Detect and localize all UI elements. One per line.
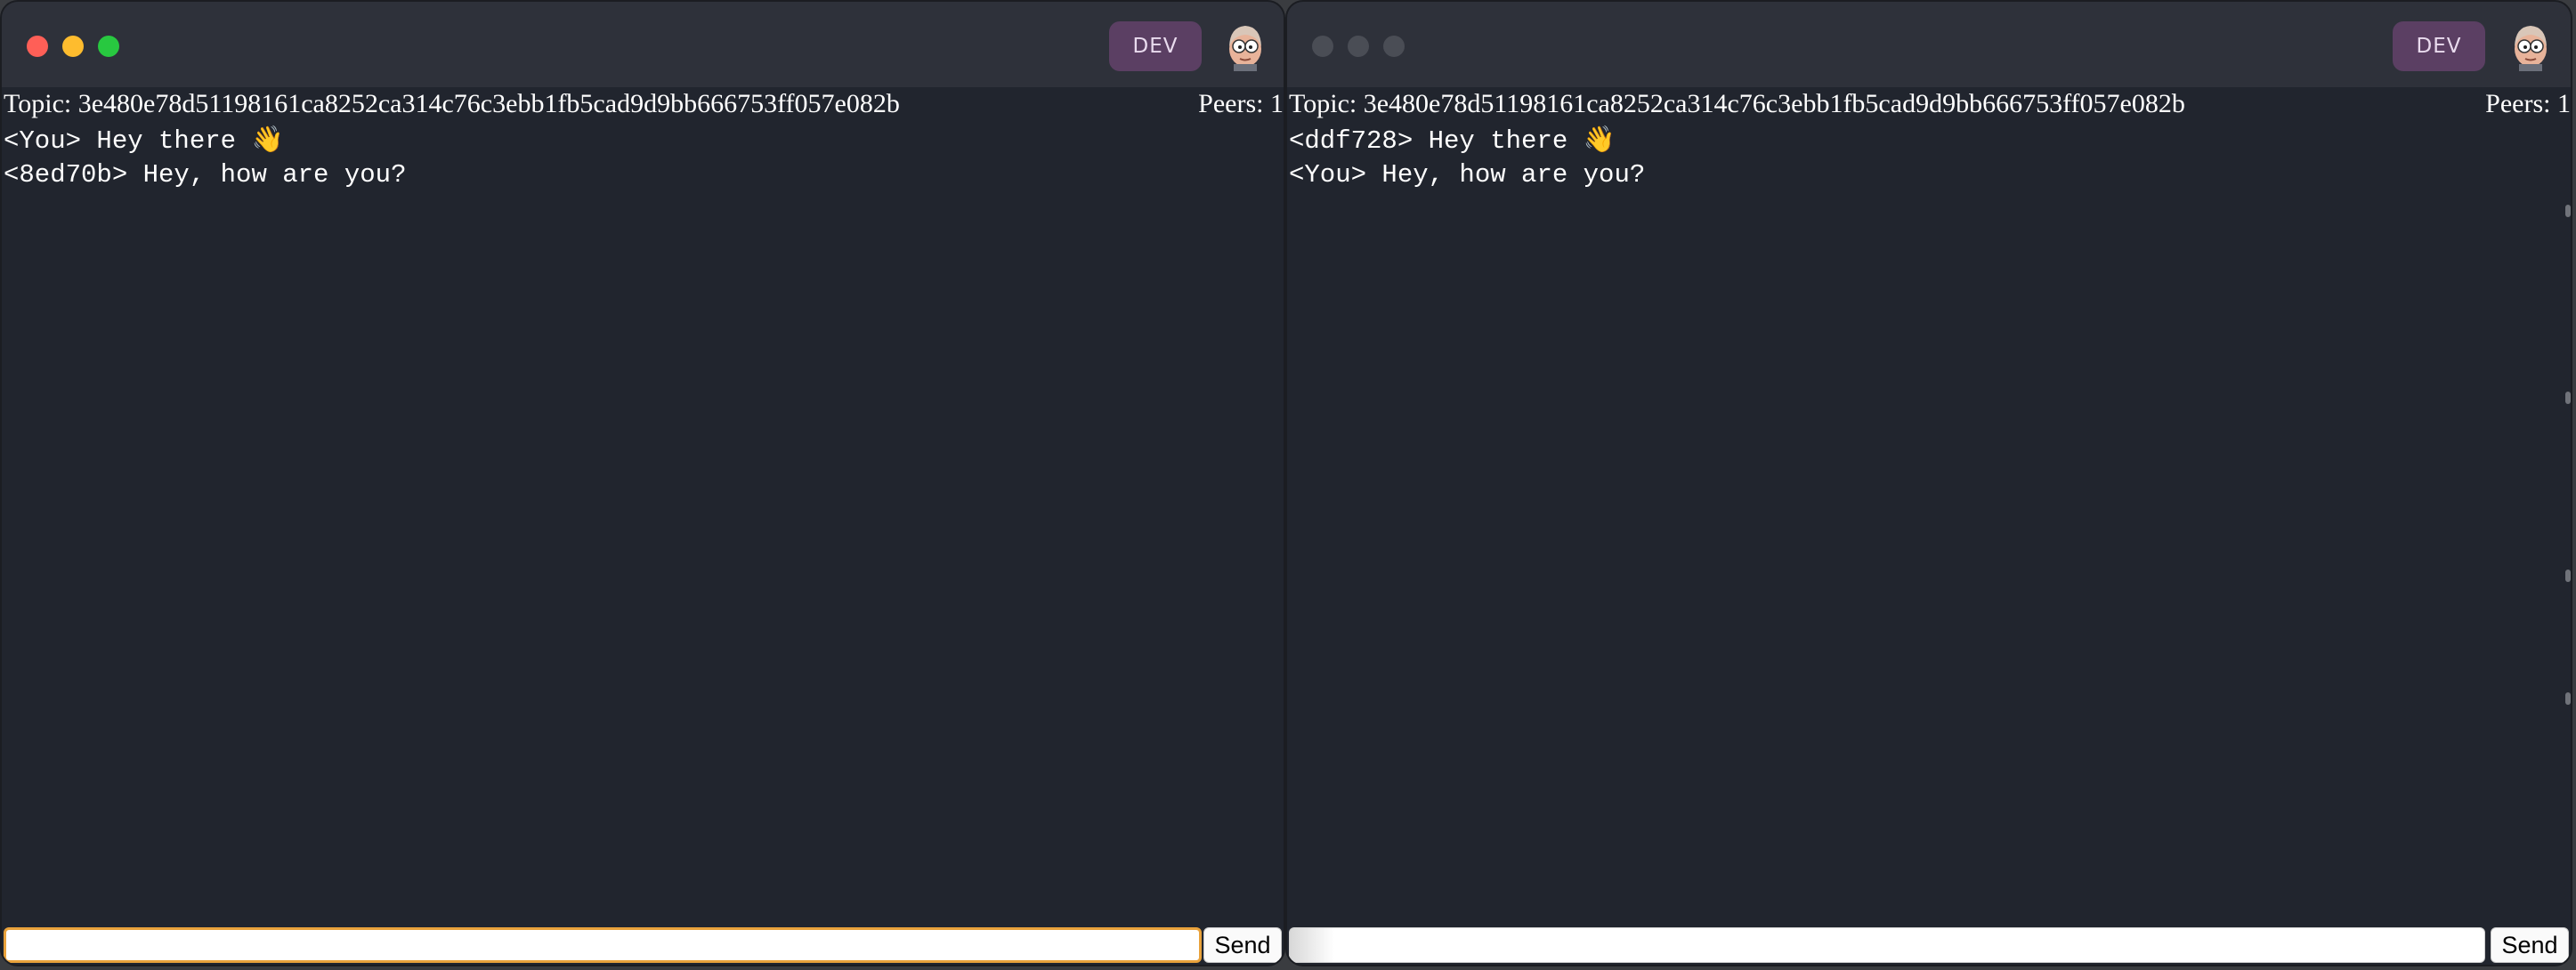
scrollbar-tick[interactable] bbox=[2565, 205, 2571, 217]
compose-row: Send bbox=[1287, 924, 2571, 965]
message-line: <ddf728> Hey there 👋 bbox=[1289, 126, 1616, 156]
peers-count: Peers: 1 bbox=[2485, 89, 2571, 118]
message-line: <You> Hey, how are you? bbox=[1289, 160, 1646, 190]
close-button[interactable] bbox=[27, 36, 48, 57]
title-bar[interactable]: DEV bbox=[2, 2, 1284, 87]
close-button[interactable] bbox=[1312, 36, 1333, 57]
minimize-button[interactable] bbox=[62, 36, 84, 57]
send-button[interactable]: Send bbox=[1203, 927, 1282, 963]
cartoon-avatar-icon[interactable] bbox=[2507, 20, 2555, 71]
zoom-button[interactable] bbox=[1383, 36, 1405, 57]
topic-label: Topic: 3e480e78d51198161ca8252ca314c76c3… bbox=[1289, 89, 2185, 118]
dev-badge[interactable]: DEV bbox=[1109, 21, 1202, 71]
chat-window-left: DEV Topic: 3e480e78d51198161ca8252ca314c… bbox=[2, 2, 1284, 965]
minimize-button[interactable] bbox=[1348, 36, 1369, 57]
message-list: <You> Hey there 👋 <8ed70b> Hey, how are … bbox=[4, 125, 406, 192]
scrollbar-tick[interactable] bbox=[2565, 570, 2571, 582]
message-line: <You> Hey there 👋 bbox=[4, 126, 284, 156]
message-list: <ddf728> Hey there 👋 <You> Hey, how are … bbox=[1289, 125, 1645, 192]
cartoon-avatar-icon[interactable] bbox=[1221, 20, 1269, 71]
topic-label: Topic: 3e480e78d51198161ca8252ca314c76c3… bbox=[4, 89, 900, 118]
scrollbar-tick[interactable] bbox=[2565, 692, 2571, 705]
title-bar[interactable]: DEV bbox=[1287, 2, 2571, 87]
zoom-button[interactable] bbox=[98, 36, 119, 57]
peers-count: Peers: 1 bbox=[1198, 89, 1284, 118]
compose-row: Send bbox=[2, 924, 1284, 965]
message-line: <8ed70b> Hey, how are you? bbox=[4, 160, 407, 190]
send-button[interactable]: Send bbox=[2491, 927, 2569, 963]
message-input[interactable] bbox=[4, 927, 1202, 963]
dev-badge[interactable]: DEV bbox=[2393, 21, 2485, 71]
scrollbar-tick[interactable] bbox=[2565, 392, 2571, 404]
chat-window-right: DEV Topic: 3e480e78d51198161ca8252ca314c… bbox=[1287, 2, 2571, 965]
message-input[interactable] bbox=[1289, 927, 2485, 963]
